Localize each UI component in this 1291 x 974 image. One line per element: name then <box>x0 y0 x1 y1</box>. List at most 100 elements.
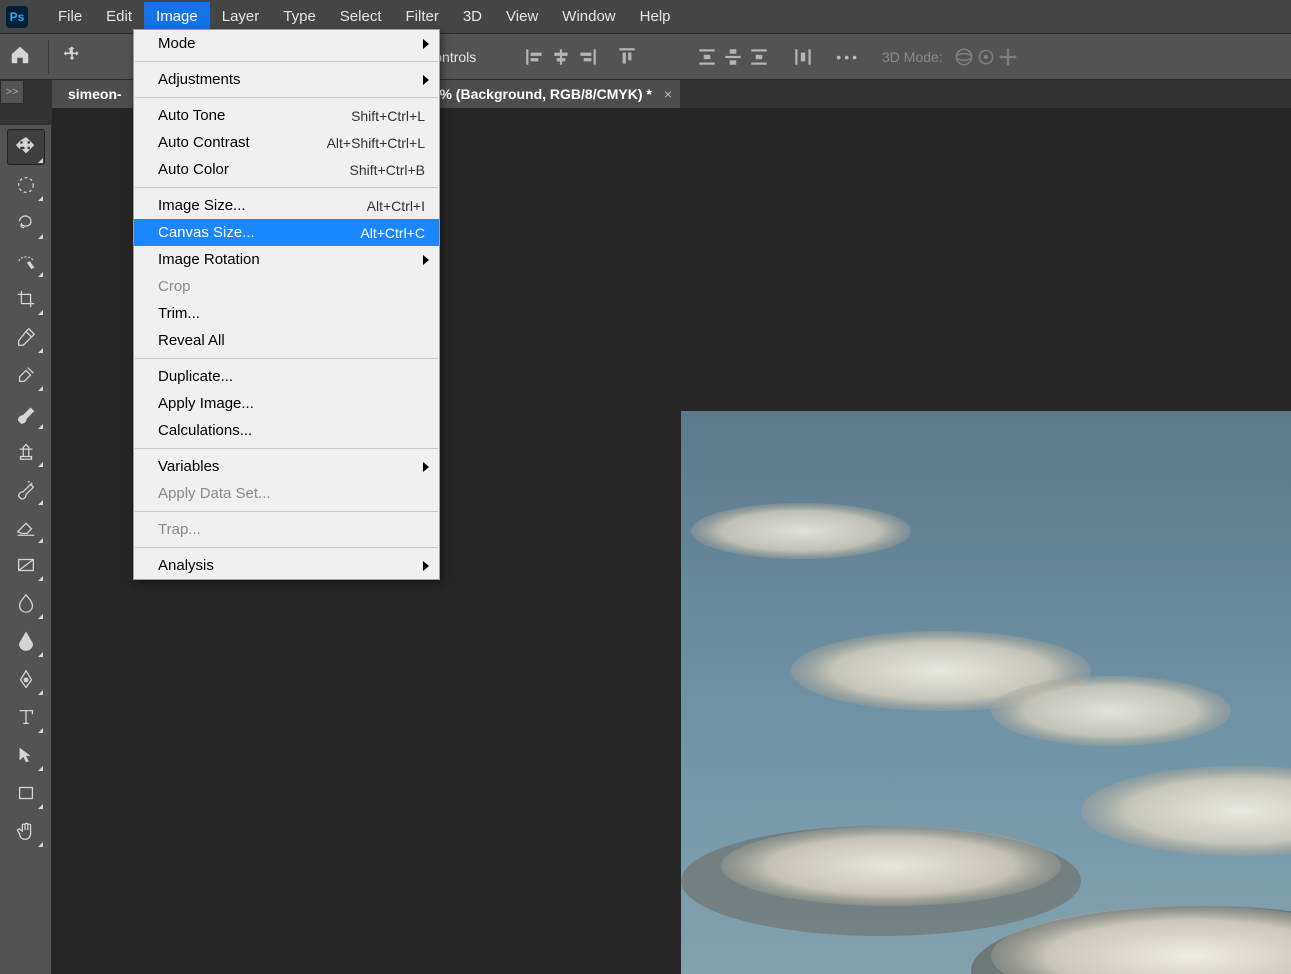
submenu-arrow-icon <box>423 561 429 571</box>
menu-item-trap: Trap... <box>134 516 439 543</box>
menu-item-select[interactable]: Select <box>328 2 394 31</box>
submenu-arrow-icon <box>423 462 429 472</box>
menu-item-adjustments[interactable]: Adjustments <box>134 66 439 93</box>
menu-item-view[interactable]: View <box>494 2 550 31</box>
menu-item-analysis[interactable]: Analysis <box>134 552 439 579</box>
more-options-icon[interactable]: ••• <box>836 49 860 65</box>
image-menu-dropdown: ModeAdjustmentsAuto ToneShift+Ctrl+LAuto… <box>133 29 440 580</box>
divider <box>48 40 49 74</box>
menu-separator <box>135 187 438 188</box>
align-left-icon[interactable] <box>524 46 546 68</box>
menu-separator <box>135 511 438 512</box>
path-select-tool[interactable] <box>7 737 45 773</box>
menu-item-type[interactable]: Type <box>271 2 328 31</box>
menu-item-apply-image[interactable]: Apply Image... <box>134 390 439 417</box>
doc-title-right: 5% (Background, RGB/8/CMYK) * <box>432 86 652 102</box>
flyout-indicator-icon <box>38 842 43 847</box>
doc-title-left: simeon- <box>68 86 122 102</box>
submenu-arrow-icon <box>423 75 429 85</box>
menu-item-image-rotation[interactable]: Image Rotation <box>134 246 439 273</box>
menu-item-auto-tone[interactable]: Auto ToneShift+Ctrl+L <box>134 102 439 129</box>
blur-tool[interactable] <box>7 585 45 621</box>
marquee-tool[interactable] <box>7 167 45 203</box>
menu-separator <box>135 448 438 449</box>
flyout-indicator-icon <box>38 538 43 543</box>
expand-panels-tab[interactable]: >> <box>0 80 24 104</box>
type-tool[interactable] <box>7 699 45 735</box>
flyout-indicator-icon <box>38 500 43 505</box>
menu-item-window[interactable]: Window <box>550 2 627 31</box>
move-tool-icon[interactable] <box>57 45 87 68</box>
align-hcenter-icon[interactable] <box>550 46 572 68</box>
hand-tool[interactable] <box>7 813 45 849</box>
menu-item-trim[interactable]: Trim... <box>134 300 439 327</box>
flyout-indicator-icon <box>38 690 43 695</box>
menu-item-auto-color[interactable]: Auto ColorShift+Ctrl+B <box>134 156 439 183</box>
flyout-indicator-icon <box>38 386 43 391</box>
menu-item-variables[interactable]: Variables <box>134 453 439 480</box>
dist-bottom-icon[interactable] <box>748 46 770 68</box>
menu-item-image[interactable]: Image <box>144 2 210 31</box>
3d-orbit-icon[interactable] <box>953 46 975 68</box>
flyout-indicator-icon <box>38 652 43 657</box>
menu-item-layer[interactable]: Layer <box>210 2 272 31</box>
flyout-indicator-icon <box>38 576 43 581</box>
flyout-indicator-icon <box>38 728 43 733</box>
menu-item-duplicate[interactable]: Duplicate... <box>134 363 439 390</box>
healing-brush-tool[interactable] <box>7 357 45 393</box>
history-brush-tool[interactable] <box>7 471 45 507</box>
menu-item-calculations[interactable]: Calculations... <box>134 417 439 444</box>
align-group-2 <box>696 46 770 68</box>
flyout-indicator-icon <box>38 804 43 809</box>
menu-item-mode[interactable]: Mode <box>134 30 439 57</box>
menu-item-image-size[interactable]: Image Size...Alt+Ctrl+I <box>134 192 439 219</box>
flyout-indicator-icon <box>38 614 43 619</box>
flyout-indicator-icon <box>38 158 43 163</box>
menu-item-3d[interactable]: 3D <box>451 2 494 31</box>
submenu-arrow-icon <box>423 255 429 265</box>
gradient-tool[interactable] <box>7 547 45 583</box>
pen-tool[interactable] <box>7 661 45 697</box>
menu-item-canvas-size[interactable]: Canvas Size...Alt+Ctrl+C <box>134 219 439 246</box>
menu-item-filter[interactable]: Filter <box>394 2 451 31</box>
menu-item-edit[interactable]: Edit <box>94 2 144 31</box>
quick-select-tool[interactable] <box>7 243 45 279</box>
flyout-indicator-icon <box>38 424 43 429</box>
flyout-indicator-icon <box>38 462 43 467</box>
brush-tool[interactable] <box>7 395 45 431</box>
3d-pan-icon[interactable] <box>997 46 1019 68</box>
align-group-1 <box>524 46 598 68</box>
flyout-indicator-icon <box>38 310 43 315</box>
flyout-indicator-icon <box>38 348 43 353</box>
clone-stamp-tool[interactable] <box>7 433 45 469</box>
menu-item-apply-data-set: Apply Data Set... <box>134 480 439 507</box>
menu-separator <box>135 61 438 62</box>
dist-vcenter-icon[interactable] <box>722 46 744 68</box>
move-tool[interactable] <box>7 129 45 165</box>
flyout-indicator-icon <box>38 196 43 201</box>
eraser-tool[interactable] <box>7 509 45 545</box>
dist-h-icon[interactable] <box>792 46 814 68</box>
menu-item-auto-contrast[interactable]: Auto ContrastAlt+Shift+Ctrl+L <box>134 129 439 156</box>
crop-tool[interactable] <box>7 281 45 317</box>
eyedropper-tool[interactable] <box>7 319 45 355</box>
app-logo: Ps <box>6 6 28 28</box>
menu-item-help[interactable]: Help <box>628 2 683 31</box>
align-right-icon[interactable] <box>576 46 598 68</box>
lasso-tool[interactable] <box>7 205 45 241</box>
close-tab-icon[interactable]: × <box>664 86 672 102</box>
menu-items: FileEditImageLayerTypeSelectFilter3DView… <box>46 2 683 31</box>
menu-item-file[interactable]: File <box>46 2 94 31</box>
dodge-tool[interactable] <box>7 623 45 659</box>
align-top-icon[interactable] <box>616 46 638 68</box>
menu-separator <box>135 547 438 548</box>
home-button[interactable] <box>0 44 40 69</box>
3d-mode-label: 3D Mode: <box>882 49 943 65</box>
dist-top-icon[interactable] <box>696 46 718 68</box>
3d-roll-icon[interactable] <box>975 46 997 68</box>
flyout-indicator-icon <box>38 272 43 277</box>
rectangle-tool[interactable] <box>7 775 45 811</box>
menu-item-reveal-all[interactable]: Reveal All <box>134 327 439 354</box>
tools-panel <box>0 125 52 974</box>
submenu-arrow-icon <box>423 39 429 49</box>
